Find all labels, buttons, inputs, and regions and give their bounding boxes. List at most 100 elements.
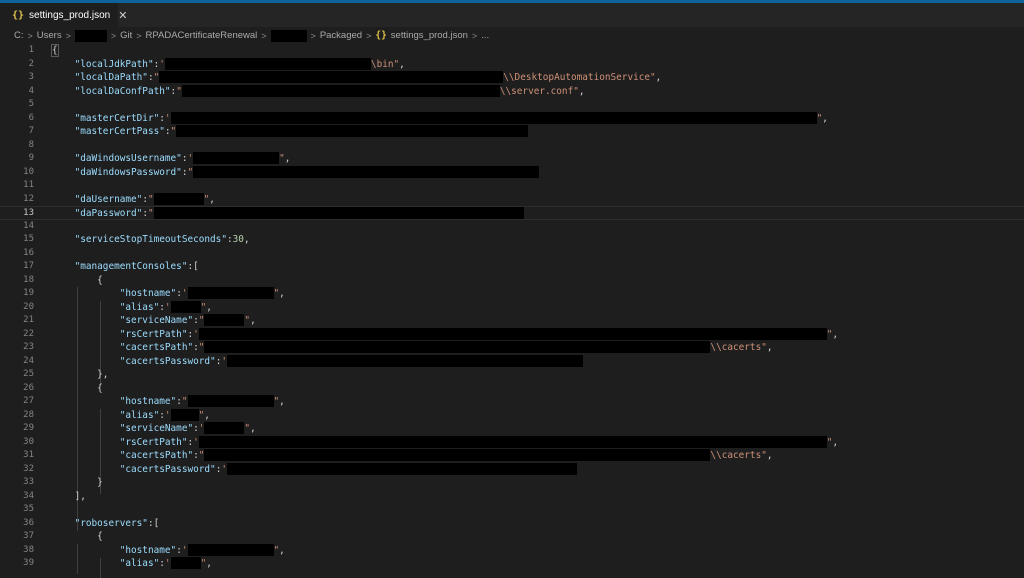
code-text: "daWindowsPassword":" <box>52 165 540 180</box>
json-key: "cacertsPath" <box>119 450 194 461</box>
code-line[interactable]: 16 <box>0 247 1024 261</box>
line-number: 24 <box>23 355 34 366</box>
line-number: 16 <box>23 247 34 258</box>
redacted-value <box>204 314 245 326</box>
json-punctuation: { <box>51 44 59 57</box>
code-line[interactable]: 23 "cacertsPath":" \\cacerts", <box>0 341 1024 355</box>
code-line[interactable]: 1{ <box>0 44 1024 58</box>
chevron-right-icon: > <box>366 30 372 41</box>
code-text: "cacertsPath":" \\cacerts", <box>52 449 773 463</box>
json-punctuation: , <box>250 423 256 434</box>
code-line[interactable]: 32 "cacertsPassword":' <box>0 462 1024 477</box>
code-text: { <box>52 382 103 396</box>
tab-settings-prod-json[interactable]: {} settings_prod.json ✕ <box>0 3 127 27</box>
code-line[interactable]: 33 } <box>0 476 1024 490</box>
breadcrumb: C: > Users > > Git > RPADACertificateRen… <box>0 27 1024 44</box>
code-line[interactable]: 21 "serviceName":" ", <box>0 314 1024 328</box>
code-line[interactable]: 24 "cacertsPassword":' <box>0 354 1024 369</box>
json-key: "roboservers" <box>74 517 148 529</box>
json-punctuation <box>52 329 120 340</box>
json-punctuation <box>52 288 120 299</box>
json-punctuation <box>52 126 75 137</box>
line-number: 13 <box>23 208 34 218</box>
line-number: 5 <box>28 99 34 109</box>
code-line[interactable]: 10 "daWindowsPassword":" <box>0 165 1024 180</box>
code-line[interactable]: 27 "hostname":" ", <box>0 395 1024 409</box>
code-line[interactable]: 25 }, <box>0 368 1024 382</box>
code-line[interactable]: 18 { <box>0 274 1024 288</box>
json-punctuation: , <box>204 409 210 421</box>
redacted-value <box>198 327 827 340</box>
code-line[interactable]: 15 "serviceStopTimeoutSeconds":30, <box>0 233 1024 247</box>
code-line[interactable]: 30 "rsCertPath":' ", <box>0 435 1024 450</box>
code-line[interactable]: 34 ], <box>0 490 1024 504</box>
code-line[interactable]: 7 "masterCertPass":" <box>0 125 1024 139</box>
code-line[interactable]: 2 "localJdkPath":' \bin", <box>0 57 1024 72</box>
code-line[interactable]: 31 "cacertsPath":" \\cacerts", <box>0 449 1024 463</box>
code-text: "cacertsPassword":' <box>52 462 577 477</box>
json-punctuation: , <box>243 234 250 245</box>
code-line[interactable]: 3 "localDaPath":" \\DesktopAutomationServ… <box>0 71 1024 85</box>
code-line[interactable]: 8 <box>0 139 1024 153</box>
json-key: "hostname" <box>119 544 177 556</box>
code-text: { <box>52 274 103 288</box>
json-punctuation: , <box>578 85 585 97</box>
code-text: { <box>52 530 103 544</box>
code-line[interactable]: 4 "localDaConfPath":" \\server.conf", <box>0 84 1024 99</box>
code-line[interactable]: 17 "managementConsoles":[ <box>0 260 1024 274</box>
code-line[interactable]: 26 { <box>0 382 1024 396</box>
json-key: "hostname" <box>119 396 177 407</box>
json-punctuation: , <box>766 450 773 461</box>
json-punctuation: , <box>250 315 256 326</box>
code-line[interactable]: 13 "daPassword":" <box>0 206 1024 220</box>
code-line[interactable]: 38 "hostname":' ", <box>0 543 1024 558</box>
json-punctuation: , <box>206 558 212 569</box>
line-number: 31 <box>23 450 34 460</box>
json-punctuation: , <box>284 153 291 164</box>
line-number: 19 <box>23 288 34 298</box>
code-line[interactable]: 39 "alias":' ", <box>0 557 1024 571</box>
json-punctuation <box>52 464 120 475</box>
code-line[interactable]: 6 "masterCertDir":' ", <box>0 111 1024 126</box>
code-line[interactable]: 11 <box>0 179 1024 193</box>
breadcrumb-symbols[interactable]: ... <box>481 30 489 41</box>
json-key: "daWindowsPassword" <box>74 166 182 178</box>
line-number: 32 <box>23 463 34 474</box>
code-line[interactable]: 9 "daWindowsUsername":' ", <box>0 152 1024 166</box>
json-punctuation <box>52 518 75 529</box>
code-editor[interactable]: 1{2 "localJdkPath":' \bin", 3 "localDaPath… <box>0 44 1024 578</box>
json-punctuation <box>52 437 120 448</box>
json-punctuation: , <box>832 436 839 448</box>
code-line[interactable]: 28 "alias":' ", <box>0 408 1024 423</box>
json-string: \\cacerts" <box>710 342 767 353</box>
chevron-right-icon: > <box>261 30 267 41</box>
breadcrumb-project[interactable]: RPADACertificateRenewal <box>146 30 258 41</box>
json-punctuation: , <box>822 112 828 124</box>
json-key: "masterCertDir" <box>74 112 160 124</box>
line-number: 15 <box>23 234 34 244</box>
code-line[interactable]: 37 { <box>0 530 1024 544</box>
code-line[interactable]: 20 "alias":' ", <box>0 300 1024 315</box>
code-line[interactable]: 12 "daUsername":" ", <box>0 192 1024 207</box>
redacted-value <box>227 462 577 475</box>
code-line[interactable]: 29 "serviceName":' ", <box>0 422 1024 436</box>
redacted-value <box>170 111 817 124</box>
json-punctuation <box>52 450 120 461</box>
redacted-value <box>176 125 529 137</box>
json-key: "serviceName" <box>119 315 194 326</box>
breadcrumb-file[interactable]: settings_prod.json <box>391 30 468 41</box>
json-number: 30 <box>232 234 244 245</box>
breadcrumb-packaged[interactable]: Packaged <box>320 30 362 41</box>
code-line[interactable]: 5 <box>0 98 1024 112</box>
code-line[interactable]: 22 "rsCertPath":' ", <box>0 327 1024 342</box>
code-line[interactable]: 14 <box>0 220 1024 234</box>
json-punctuation: , <box>832 328 839 340</box>
close-icon[interactable]: ✕ <box>118 9 127 22</box>
breadcrumb-drive[interactable]: C: <box>14 30 24 41</box>
json-string: \\server.conf" <box>499 85 579 97</box>
code-line[interactable]: 36 "roboservers":[ <box>0 517 1024 531</box>
breadcrumb-users[interactable]: Users <box>37 30 62 41</box>
code-line[interactable]: 35 <box>0 503 1024 517</box>
breadcrumb-git[interactable]: Git <box>120 30 132 41</box>
code-line[interactable]: 19 "hostname":' ", <box>0 287 1024 301</box>
